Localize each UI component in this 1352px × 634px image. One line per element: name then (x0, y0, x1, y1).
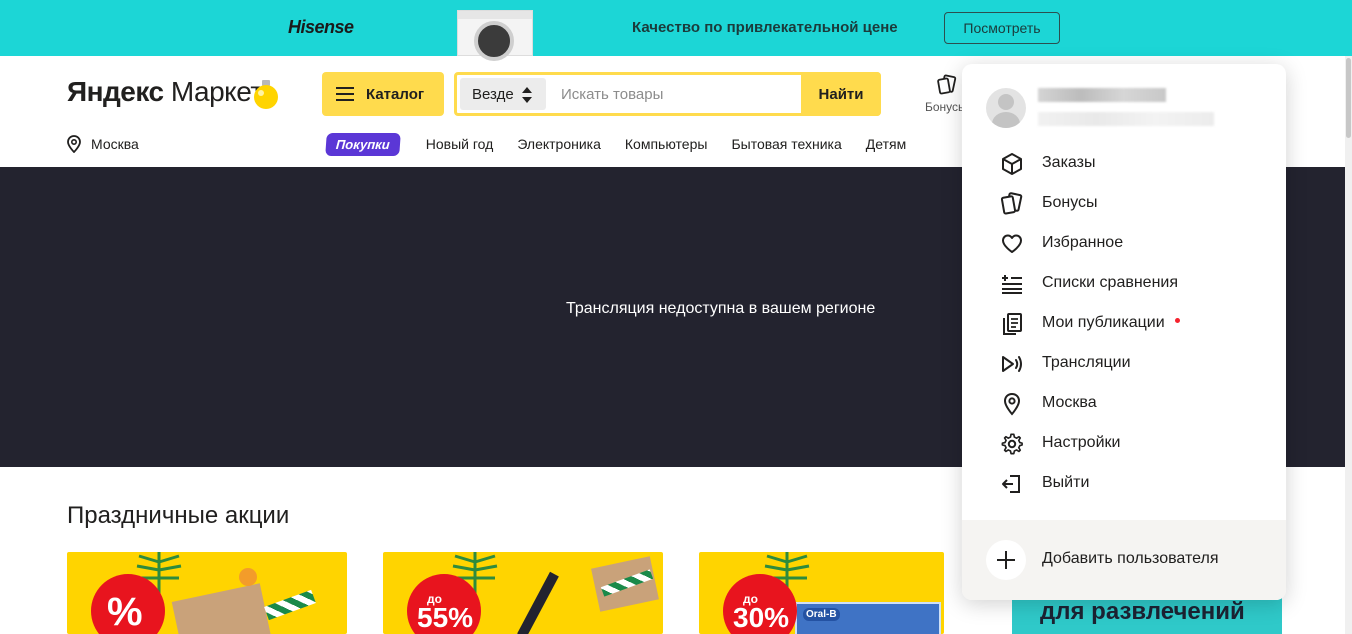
publications-icon (1003, 313, 1022, 335)
category-nav: Покупки Новый год Электроника Компьютеры… (325, 132, 930, 156)
gear-icon (1001, 433, 1023, 455)
search-input[interactable] (561, 82, 801, 106)
nav-item-electronics[interactable]: Электроника (517, 136, 601, 152)
compare-list-icon (1002, 275, 1022, 294)
nav-item-new-year[interactable]: Новый год (426, 136, 494, 152)
promo-card-2[interactable]: до 55% (383, 552, 663, 634)
promo-card-3[interactable]: Oral-B до 30% (699, 552, 944, 634)
search-submit-button[interactable]: Найти (801, 72, 881, 116)
blurred-user-name (1038, 88, 1166, 102)
yandex-market-page: Hisense Качество по привлекательной цене… (0, 0, 1352, 634)
menu-item-logout[interactable]: Выйти (962, 463, 1286, 503)
promo-view-button[interactable]: Посмотреть (944, 12, 1060, 44)
promo-banner[interactable]: Hisense Качество по привлекательной цене… (0, 0, 1352, 61)
bonus-cards-icon (1000, 192, 1023, 215)
search-bar: Везде Найти (454, 72, 881, 116)
promo-brand-logo: Hisense (288, 17, 354, 37)
user-profile-header[interactable] (986, 88, 1266, 140)
blurred-user-email (1038, 112, 1214, 126)
location-pin-icon (1003, 392, 1021, 416)
washing-machine-image (457, 10, 533, 61)
bonus-cards-icon (937, 74, 957, 95)
menu-item-bonuses[interactable]: Бонусы (962, 183, 1286, 223)
menu-item-streams[interactable]: Трансляции (962, 343, 1286, 383)
menu-item-compare-lists[interactable]: Списки сравнения (962, 263, 1286, 303)
add-user-button[interactable]: Добавить пользователя (962, 520, 1286, 600)
purchases-pill-link[interactable]: Покупки (325, 132, 401, 156)
stream-play-icon (1002, 356, 1022, 372)
logout-icon (1002, 475, 1020, 493)
ribbon-image (264, 589, 316, 621)
menu-item-publications[interactable]: Мои публикации (962, 303, 1286, 343)
search-scope-select[interactable]: Везде (460, 78, 546, 110)
catalog-button[interactable]: Каталог (322, 72, 444, 116)
promo-slogan: Качество по привлекательной цене (632, 19, 898, 36)
heart-icon (1002, 234, 1022, 253)
nav-item-kids[interactable]: Детям (866, 136, 906, 152)
user-menu-list: Заказы Бонусы Избранное Списки сравнения… (962, 143, 1286, 503)
stream-unavailable-message: Трансляция недоступна в вашем регионе (566, 300, 876, 317)
region-selector[interactable]: Москва (67, 135, 139, 153)
section-title: Праздничные акции (67, 502, 290, 529)
sort-arrows-icon (522, 87, 532, 103)
ornament-ball-image (239, 568, 257, 586)
location-pin-icon (67, 135, 81, 153)
menu-item-region[interactable]: Москва (962, 383, 1286, 423)
scrollbar-thumb[interactable] (1346, 58, 1351, 138)
box-icon (1002, 153, 1022, 175)
menu-item-settings[interactable]: Настройки (962, 423, 1286, 463)
user-dropdown-menu: Заказы Бонусы Избранное Списки сравнения… (962, 64, 1286, 600)
header-bonus-link[interactable]: Бонусы (922, 72, 967, 116)
promo-card-4[interactable]: для развлечений (1012, 598, 1282, 634)
menu-burger-icon (336, 87, 354, 101)
plus-icon (986, 540, 1026, 580)
christmas-ornament-icon (254, 80, 278, 109)
promo-card-1[interactable]: % (67, 552, 347, 634)
toothbrush-pack-image: Oral-B (795, 602, 941, 634)
menu-item-orders[interactable]: Заказы (962, 143, 1286, 183)
vacuum-cleaner-image (517, 571, 559, 634)
nav-item-computers[interactable]: Компьютеры (625, 136, 708, 152)
market-logo[interactable]: Яндекс Маркет (67, 76, 263, 108)
menu-item-favorites[interactable]: Избранное (962, 223, 1286, 263)
notification-dot (1174, 318, 1180, 324)
avatar (986, 88, 1026, 128)
page-scrollbar[interactable] (1345, 56, 1352, 634)
nav-item-appliances[interactable]: Бытовая техника (731, 136, 841, 152)
